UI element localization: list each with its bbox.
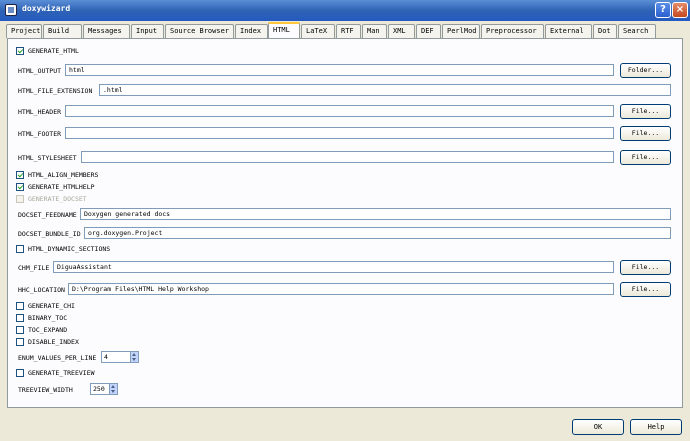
treeview-width-spinbox[interactable]: 250: [90, 383, 118, 395]
html-header-field[interactable]: [65, 105, 614, 117]
chm-file-button[interactable]: File...: [620, 260, 671, 275]
html-stylesheet-file-button[interactable]: File...: [620, 150, 671, 165]
generate-htmlhelp-checkbox[interactable]: [16, 183, 24, 191]
tab-rtf[interactable]: RTF: [336, 24, 361, 38]
html-output-field[interactable]: html: [65, 64, 614, 76]
generate-treeview-checkbox[interactable]: [16, 369, 24, 377]
html-output-label: HTML_OUTPUT: [18, 67, 62, 75]
html-header-label: HTML_HEADER: [18, 108, 62, 116]
tab-build[interactable]: Build: [43, 24, 82, 38]
help-icon[interactable]: ?: [655, 2, 671, 18]
html-output-folder-button[interactable]: Folder...: [620, 63, 671, 78]
html-header-file-button[interactable]: File...: [620, 104, 671, 119]
html-file-extension-field[interactable]: .html: [99, 84, 671, 96]
html-footer-field[interactable]: [65, 127, 614, 139]
generate-treeview-label: GENERATE_TREEVIEW: [28, 369, 95, 377]
tab-source-browser[interactable]: Source Browser: [165, 24, 234, 38]
tab-external[interactable]: External: [545, 24, 592, 38]
html-align-members-checkbox[interactable]: [16, 171, 24, 179]
binary-toc-checkbox[interactable]: [16, 314, 24, 322]
tab-perlmod[interactable]: PerlMod: [442, 24, 480, 38]
spin-arrows-icon[interactable]: [130, 352, 138, 362]
generate-html-label: GENERATE_HTML: [28, 47, 79, 55]
html-settings-panel: GENERATE_HTML HTML_OUTPUT html Folder...…: [7, 38, 683, 408]
tab-latex[interactable]: LaTeX: [301, 24, 335, 38]
generate-chi-label: GENERATE_CHI: [28, 302, 75, 310]
html-stylesheet-label: HTML_STYLESHEET: [18, 154, 77, 162]
tab-messages[interactable]: Messages: [83, 24, 130, 38]
ok-button[interactable]: OK: [572, 419, 624, 435]
generate-html-checkbox[interactable]: [16, 47, 24, 55]
generate-docset-label: GENERATE_DOCSET: [28, 195, 87, 203]
html-dynamic-sections-label: HTML_DYNAMIC_SECTIONS: [28, 245, 111, 253]
chm-file-label: CHM_FILE: [18, 264, 50, 272]
html-footer-file-button[interactable]: File...: [620, 126, 671, 141]
hhc-location-field[interactable]: D:\Program Files\HTML Help Workshop: [68, 283, 614, 295]
docset-feedname-label: DOCSET_FEEDNAME: [18, 211, 77, 219]
tab-input[interactable]: Input: [131, 24, 164, 38]
hhc-location-file-button[interactable]: File...: [620, 282, 671, 297]
spin-arrows-icon[interactable]: [109, 384, 117, 394]
html-stylesheet-field[interactable]: [81, 151, 614, 163]
docset-bundle-id-field[interactable]: org.doxygen.Project: [84, 227, 671, 239]
chm-file-field[interactable]: DiguaAssistant: [53, 261, 614, 273]
enum-values-per-line-label: ENUM_VALUES_PER_LINE: [18, 354, 97, 362]
tab-index[interactable]: Index: [235, 24, 268, 38]
toc-expand-label: TOC_EXPAND: [28, 326, 68, 334]
app-icon: [5, 4, 17, 16]
help-button[interactable]: Help: [630, 419, 682, 435]
tab-search[interactable]: Search: [618, 24, 656, 38]
enum-values-per-line-value: 4: [104, 353, 108, 361]
html-align-members-label: HTML_ALIGN_MEMBERS: [28, 171, 99, 179]
window-title: doxywizard: [22, 4, 71, 13]
tab-dot[interactable]: Dot: [593, 24, 617, 38]
disable-index-checkbox[interactable]: [16, 338, 24, 346]
tab-project[interactable]: Project: [6, 24, 42, 38]
enum-values-per-line-spinbox[interactable]: 4: [101, 351, 139, 363]
disable-index-label: DISABLE_INDEX: [28, 338, 79, 346]
docset-bundle-id-label: DOCSET_BUNDLE_ID: [18, 230, 81, 238]
binary-toc-label: BINARY_TOC: [28, 314, 68, 322]
generate-docset-checkbox: [16, 195, 24, 203]
generate-chi-checkbox[interactable]: [16, 302, 24, 310]
close-icon[interactable]: ×: [672, 2, 688, 18]
title-bar: doxywizard ? ×: [0, 0, 690, 21]
toc-expand-checkbox[interactable]: [16, 326, 24, 334]
treeview-width-value: 250: [93, 385, 105, 393]
generate-htmlhelp-label: GENERATE_HTMLHELP: [28, 183, 95, 191]
tab-html[interactable]: HTML: [268, 22, 300, 38]
tab-def[interactable]: DEF: [416, 24, 441, 38]
tab-man[interactable]: Man: [362, 24, 387, 38]
hhc-location-label: HHC_LOCATION: [18, 286, 65, 294]
html-file-extension-label: HTML_FILE_EXTENSION: [18, 87, 93, 95]
tab-preprocessor[interactable]: Preprocessor: [481, 24, 544, 38]
treeview-width-label: TREEVIEW_WIDTH: [18, 386, 73, 394]
tab-xml[interactable]: XML: [388, 24, 415, 38]
html-dynamic-sections-checkbox[interactable]: [16, 245, 24, 253]
docset-feedname-field[interactable]: Doxygen generated docs: [80, 208, 671, 220]
html-footer-label: HTML_FOOTER: [18, 130, 62, 138]
